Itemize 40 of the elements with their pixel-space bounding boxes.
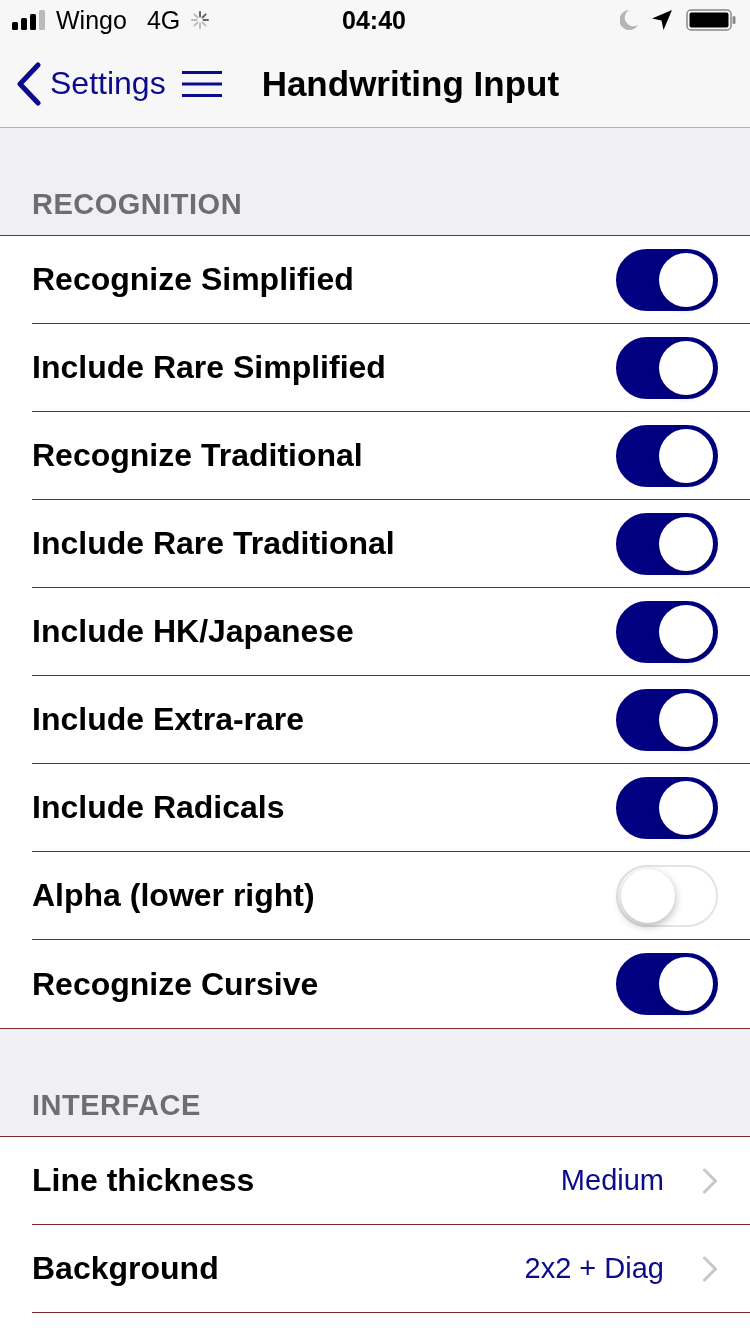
setting-label: Recognize Simplified xyxy=(32,261,355,298)
network-type: 4G xyxy=(146,5,181,35)
setting-label: Background xyxy=(32,1250,220,1287)
section-header: RECOGNITION xyxy=(32,188,243,221)
setting-label: Include Radicals xyxy=(32,789,286,826)
chevron-right-icon xyxy=(702,1255,718,1282)
setting-row[interactable]: Recognize Traditional xyxy=(32,412,750,500)
setting-label: Alpha (lower right) xyxy=(32,877,316,914)
setting-row[interactable]: Include Radicals xyxy=(32,764,750,852)
carrier-name: Wingo xyxy=(56,5,127,35)
back-chevron-icon xyxy=(16,61,42,106)
setting-label: Include Extra-rare xyxy=(32,701,306,738)
status-time: 04:40 xyxy=(342,5,406,35)
setting-row[interactable]: Recognize Simplified xyxy=(32,236,750,324)
setting-value: Medium xyxy=(560,1164,664,1197)
battery-icon xyxy=(686,9,736,31)
moon-icon xyxy=(620,10,638,30)
setting-label: Recognize Cursive xyxy=(32,965,320,1003)
setting-row[interactable]: Include Rare Simplified xyxy=(32,324,750,412)
setting-label: Include Rare Simplified xyxy=(32,349,387,386)
chevron-right-icon xyxy=(702,1167,718,1194)
setting-label: Include Rare Traditional xyxy=(32,525,396,562)
setting-row[interactable]: Line thickness Medium xyxy=(32,1137,750,1225)
setting-label: Recognize Traditional xyxy=(32,437,364,474)
nav-title: Handwriting Input xyxy=(261,63,560,104)
signal-icon xyxy=(12,10,46,30)
setting-row[interactable]: Recognize Cursive xyxy=(32,940,750,1028)
location-arrow-icon xyxy=(652,10,672,30)
setting-row[interactable]: Background 2x2 + Diag xyxy=(32,1225,750,1313)
setting-value: 2x2 + Diag xyxy=(524,1252,664,1285)
setting-row[interactable]: Include HK/Japanese xyxy=(32,588,750,676)
setting-row[interactable]: Include Rare Traditional xyxy=(32,500,750,588)
spinner-icon xyxy=(190,10,211,30)
section-header: INTERFACE xyxy=(32,1089,201,1122)
setting-label: Include HK/Japanese xyxy=(32,613,355,650)
back-button[interactable]: Settings xyxy=(16,61,166,106)
setting-row[interactable]: Alpha (lower right) xyxy=(32,852,750,940)
menu-icon[interactable] xyxy=(181,70,222,97)
setting-label: Line thickness xyxy=(32,1162,256,1199)
setting-row[interactable]: Include Extra-rare xyxy=(32,676,750,764)
